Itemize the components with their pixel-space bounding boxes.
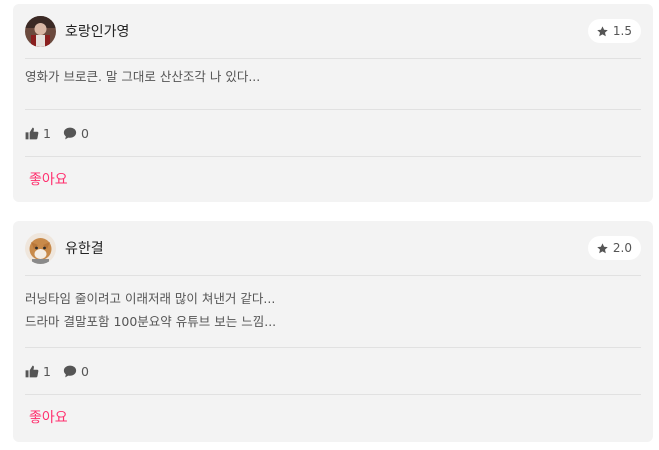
- comment-feed: 호랑인가영 1.5 영화가 브로큰. 말 그대로 산산조각 나 있다... 1: [0, 0, 659, 450]
- comment-card: 유한결 2.0 러닝타임 줄이려고 이래저래 많이 쳐낸거 같다... 드라마 …: [13, 221, 653, 442]
- comment-actions: 좋아요: [25, 157, 641, 201]
- user-info[interactable]: 유한결: [25, 232, 104, 264]
- user-info[interactable]: 호랑인가영: [25, 15, 129, 47]
- user-avatar-photo-icon: [25, 15, 56, 47]
- speech-bubble-icon: [63, 365, 77, 377]
- comment-actions: 좋아요: [25, 395, 641, 439]
- like-count: 1: [25, 126, 51, 141]
- avatar[interactable]: [25, 15, 56, 47]
- rating-value: 2.0: [612, 241, 632, 255]
- comment-text-line: 영화가 브로큰. 말 그대로 산산조각 나 있다...: [25, 69, 261, 84]
- rating-value: 1.5: [612, 24, 632, 38]
- comment-card: 호랑인가영 1.5 영화가 브로큰. 말 그대로 산산조각 나 있다... 1: [13, 4, 653, 202]
- star-icon: [597, 25, 608, 36]
- comment-stats: 1 0: [25, 348, 641, 395]
- username[interactable]: 유한결: [65, 238, 104, 258]
- like-count: 1: [25, 364, 51, 379]
- reply-count: 0: [63, 126, 89, 141]
- like-button[interactable]: 좋아요: [25, 169, 72, 189]
- thumbs-up-icon: [25, 365, 39, 377]
- reply-count: 0: [63, 364, 89, 379]
- thumbs-up-icon: [25, 127, 39, 139]
- comment-text-line: 러닝타임 줄이려고 이래저래 많이 쳐낸거 같다...: [25, 291, 276, 306]
- reply-count-value: 0: [80, 363, 89, 379]
- like-button[interactable]: 좋아요: [25, 407, 72, 427]
- reply-count-value: 0: [80, 125, 89, 141]
- avatar[interactable]: [25, 232, 56, 264]
- like-count-value: 1: [43, 363, 51, 379]
- cat-avatar-photo-icon: [25, 232, 56, 264]
- speech-bubble-icon: [63, 127, 77, 139]
- rating-badge: 1.5: [587, 19, 641, 43]
- comment-header: 호랑인가영 1.5: [25, 4, 641, 59]
- rating-badge: 2.0: [587, 236, 641, 260]
- comment-stats: 1 0: [25, 110, 641, 157]
- comment-header: 유한결 2.0: [25, 221, 641, 276]
- comment-text-line: 드라마 결말포함 100분요약 유튜브 보는 느낌...: [25, 314, 277, 329]
- comment-body[interactable]: 러닝타임 줄이려고 이래저래 많이 쳐낸거 같다... 드라마 결말포함 100…: [25, 276, 641, 348]
- star-icon: [597, 242, 608, 253]
- like-count-value: 1: [43, 125, 51, 141]
- comment-body[interactable]: 영화가 브로큰. 말 그대로 산산조각 나 있다...: [25, 59, 641, 110]
- username[interactable]: 호랑인가영: [65, 21, 129, 41]
